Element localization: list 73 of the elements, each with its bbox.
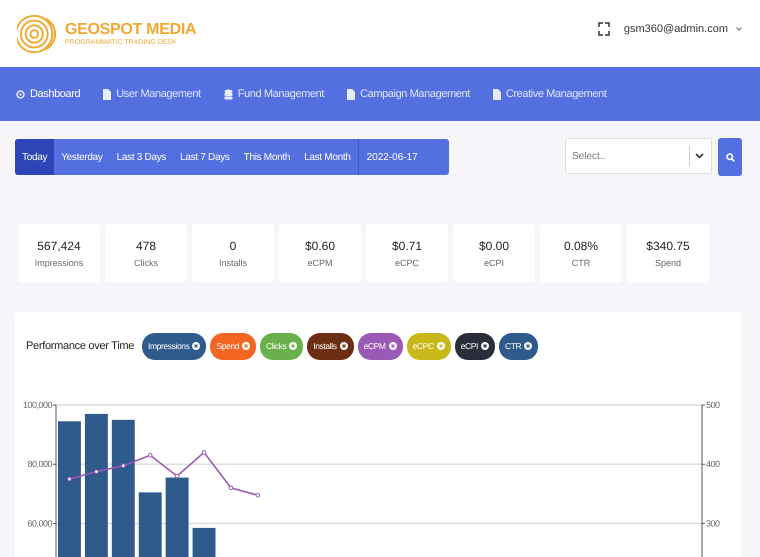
date-field[interactable]: 2022-06-17 — [358, 139, 449, 175]
chart-point — [202, 450, 206, 455]
chevron-down-icon — [695, 153, 704, 159]
stat-label: Installs — [218, 258, 247, 268]
axis-tick-label: 500 — [706, 400, 720, 410]
chart-point — [256, 493, 260, 498]
search-button[interactable] — [718, 138, 742, 176]
metric-chip[interactable]: eCPM — [358, 332, 403, 360]
chart-bar — [192, 528, 216, 557]
close-icon — [192, 342, 200, 350]
metric-chip[interactable]: eCPI — [454, 332, 495, 360]
date-range-tab[interactable]: Last Month — [297, 139, 358, 175]
chart-bar — [138, 492, 162, 557]
metric-chip[interactable]: Installs — [307, 332, 354, 360]
stat-label: Spend — [654, 258, 682, 268]
document-icon — [347, 88, 356, 100]
document-icon — [492, 88, 501, 100]
stat-value: $0.60 — [304, 238, 336, 252]
stat-value: $0.00 — [478, 238, 510, 252]
date-range-tab[interactable]: Today — [15, 139, 54, 175]
metric-chip[interactable]: CTR — [498, 332, 538, 360]
nav-item[interactable]: Dashboard — [16, 88, 80, 100]
stat-label: Clicks — [134, 258, 158, 268]
chevron-down-icon — [736, 26, 742, 30]
metric-chip[interactable]: Clicks — [260, 332, 304, 360]
chart-point — [121, 463, 126, 468]
axis-tick-label: 80,000 — [27, 459, 52, 470]
stat-label: eCPM — [307, 258, 332, 268]
chart-point — [148, 453, 152, 458]
chart-title: Performance over Time — [26, 340, 134, 352]
home-icon — [16, 88, 25, 100]
nav-item[interactable]: Creative Management — [492, 88, 606, 100]
coins-icon — [224, 88, 233, 100]
close-icon — [242, 342, 250, 350]
stat-value: 478 — [136, 238, 156, 252]
nav-item[interactable]: User Management — [103, 88, 201, 100]
metric-chip[interactable]: Spend — [210, 332, 256, 360]
stat-label: Impressions — [34, 258, 84, 268]
close-icon — [436, 342, 445, 350]
date-range-tab[interactable]: Last 7 Days — [173, 139, 237, 175]
axis-tick-label: 400 — [706, 459, 720, 470]
date-range-tab[interactable]: Last 3 Days — [110, 139, 174, 175]
axis-tick-label: 300 — [706, 518, 720, 528]
stat-label: eCPI — [484, 258, 504, 268]
date-range-tab[interactable]: Yesterday — [54, 139, 110, 175]
chart-point — [174, 474, 180, 478]
search-icon — [726, 152, 734, 162]
fullscreen-icon[interactable] — [598, 22, 610, 36]
stat-value: 0.08% — [564, 238, 598, 252]
stat-value: 567,424 — [37, 238, 81, 252]
nav-item[interactable]: Fund Management — [224, 88, 324, 100]
stat-value: $0.71 — [392, 238, 422, 252]
document-icon — [103, 88, 112, 100]
stat-label: CTR — [572, 258, 590, 268]
close-icon — [480, 342, 489, 350]
axis-tick-label: 100,000 — [22, 400, 52, 410]
stat-label: eCPC — [394, 258, 419, 268]
chart-point — [67, 476, 72, 482]
close-icon — [340, 342, 348, 350]
select-dropdown[interactable]: Select.. — [565, 138, 712, 174]
chart-point — [94, 469, 99, 474]
close-icon — [524, 342, 532, 350]
date-range-tab[interactable]: This Month — [236, 139, 298, 175]
stat-value: 0 — [230, 238, 236, 252]
brand-name: GEOSPOT MEDIA — [65, 21, 196, 39]
stat-value: $340.75 — [646, 238, 690, 252]
metric-chip[interactable]: Impressions — [142, 332, 206, 360]
close-icon — [289, 342, 298, 350]
axis-tick-label: 60,000 — [27, 518, 52, 528]
close-icon — [388, 342, 397, 350]
user-menu[interactable]: gsm360@admin.com — [618, 22, 728, 34]
nav-item[interactable]: Campaign Management — [347, 88, 470, 100]
chart-point — [228, 486, 234, 490]
